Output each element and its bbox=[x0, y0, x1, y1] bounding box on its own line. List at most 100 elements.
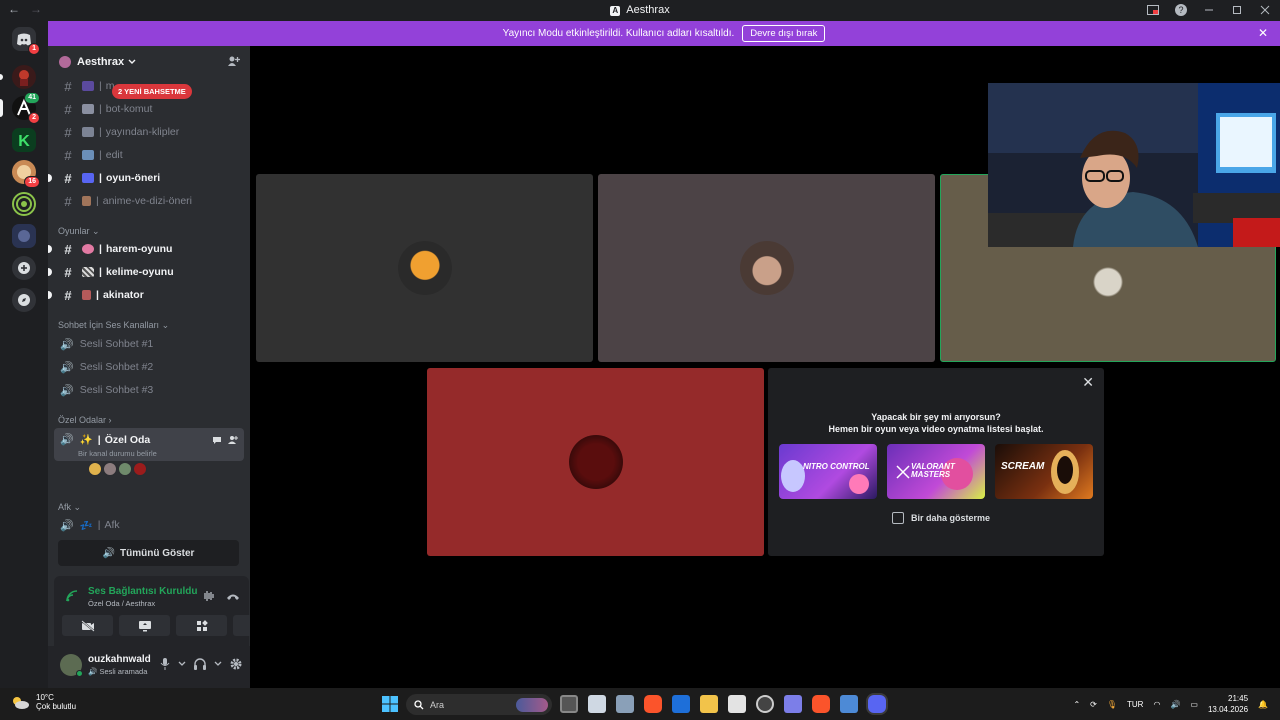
participant-tile[interactable] bbox=[256, 174, 593, 362]
server-icon-target[interactable] bbox=[12, 192, 36, 216]
channel-item[interactable]: # | harem-oyunu bbox=[48, 239, 242, 259]
dont-show-again-checkbox[interactable]: Bir daha gösterme bbox=[892, 512, 990, 524]
channel-item[interactable]: # | edit bbox=[56, 145, 242, 165]
game-card-valorant-masters[interactable]: VALORANT MASTERS bbox=[887, 444, 985, 499]
store-app-icon[interactable] bbox=[784, 695, 802, 713]
brave-app-icon-2[interactable] bbox=[812, 695, 830, 713]
discover-icon[interactable] bbox=[12, 288, 36, 312]
notification-icon[interactable]: 🔔 bbox=[1258, 700, 1268, 709]
category-oyunlar[interactable]: Oyunlar ⌄ bbox=[58, 226, 100, 237]
activities-button[interactable] bbox=[176, 615, 227, 636]
voice-channel-item[interactable]: 🔊 Sesli Sohbet #3 bbox=[56, 380, 242, 400]
add-server-icon[interactable] bbox=[12, 256, 36, 280]
chat-bubble-icon[interactable] bbox=[212, 435, 222, 445]
headphones-icon[interactable] bbox=[194, 658, 206, 670]
calculator-app-icon[interactable] bbox=[616, 695, 634, 713]
direct-messages-icon[interactable]: 1 bbox=[12, 27, 40, 55]
speaker-icon: 🔊 bbox=[60, 519, 74, 532]
channel-item[interactable]: # | akinator bbox=[48, 285, 242, 305]
server-badge-16: 16 bbox=[24, 176, 40, 188]
speaker-icon: 🔊 bbox=[102, 547, 115, 559]
camera-off-button[interactable] bbox=[62, 615, 113, 636]
wifi-icon[interactable]: ◠ bbox=[1153, 700, 1160, 709]
word-app-icon[interactable] bbox=[728, 695, 746, 713]
channel-status-prompt[interactable]: Bir kanal durumu belirle bbox=[78, 449, 157, 458]
chevron-down-icon[interactable] bbox=[178, 661, 186, 667]
channel-item[interactable]: # | oyun-öneri bbox=[48, 168, 242, 188]
participant-tile[interactable] bbox=[427, 368, 764, 556]
voice-channel-item[interactable]: 🔊 💤 | Afk bbox=[56, 515, 242, 535]
channel-item[interactable]: # | bot-komut bbox=[56, 99, 242, 119]
taskbar-search-input[interactable]: Ara bbox=[406, 694, 552, 715]
new-mentions-pill[interactable]: 2 YENİ BAHSETME bbox=[112, 84, 192, 99]
category-afk[interactable]: Afk ⌄ bbox=[58, 502, 81, 513]
screen-share-button[interactable] bbox=[119, 615, 170, 636]
avatar[interactable] bbox=[133, 462, 147, 476]
invite-member-icon[interactable] bbox=[228, 435, 238, 445]
sync-icon[interactable]: ⟳ bbox=[1090, 700, 1097, 709]
disconnect-icon[interactable] bbox=[226, 591, 240, 601]
game-card-nitro-control[interactable]: NITRO CONTROL bbox=[779, 444, 877, 499]
category-ozel[interactable]: Özel Odalar › bbox=[58, 415, 112, 425]
channel-item[interactable]: # | kelime-oyunu bbox=[48, 262, 242, 282]
task-view-icon[interactable] bbox=[560, 695, 578, 713]
server-icon-dark[interactable] bbox=[12, 224, 36, 248]
banner-close-icon[interactable]: ✕ bbox=[1258, 26, 1268, 40]
connection-status[interactable]: Ses Bağlantısı Kuruldu bbox=[88, 586, 197, 597]
inbox-icon[interactable] bbox=[1146, 3, 1160, 17]
help-icon[interactable]: ? bbox=[1174, 3, 1188, 17]
close-icon[interactable] bbox=[1258, 3, 1272, 17]
server-header[interactable]: Aesthrax bbox=[48, 46, 250, 78]
game-card-scream[interactable]: SCREAM bbox=[995, 444, 1093, 499]
notepad-app-icon[interactable] bbox=[588, 695, 606, 713]
genie-icon bbox=[82, 290, 91, 300]
channel-item[interactable]: # | anime-ve-dizi-öneri bbox=[56, 191, 242, 211]
mail-app-icon[interactable] bbox=[672, 695, 690, 713]
battery-icon[interactable]: ▭ bbox=[1190, 700, 1198, 709]
windows-start-icon[interactable] bbox=[382, 696, 398, 712]
add-member-icon[interactable] bbox=[227, 55, 240, 68]
close-icon[interactable]: ✕ bbox=[1082, 374, 1094, 391]
username[interactable]: ouzkahnwald bbox=[88, 654, 151, 665]
category-sohbet[interactable]: Sohbet İçin Ses Kanalları ⌄ bbox=[58, 320, 169, 331]
checkbox-box[interactable] bbox=[892, 512, 904, 524]
server-icon-aesthrax[interactable]: 41 2 bbox=[12, 92, 40, 124]
signal-icon[interactable] bbox=[66, 590, 78, 602]
volume-icon[interactable]: 🔊 bbox=[1170, 700, 1180, 709]
participant-tile[interactable] bbox=[598, 174, 935, 362]
microphone-icon[interactable] bbox=[160, 658, 170, 670]
participant-avatar bbox=[1081, 255, 1135, 309]
chevron-up-icon[interactable]: ⌃ bbox=[1073, 700, 1080, 709]
disable-streamer-mode-button[interactable]: Devre dışı bırak bbox=[742, 25, 826, 42]
server-name: Aesthrax bbox=[77, 56, 125, 68]
weather-widget[interactable]: 10°C Çok bulutlu bbox=[10, 693, 76, 711]
channel-item[interactable]: # | yayından-klipler bbox=[56, 122, 242, 142]
back-arrow-icon[interactable]: ← bbox=[8, 2, 20, 16]
network-app-icon[interactable] bbox=[840, 695, 858, 713]
active-voice-channel[interactable]: 🔊 ✨ | Özel Oda Bir kanal durumu belirle bbox=[54, 428, 244, 461]
server-icon-k[interactable]: K bbox=[12, 128, 36, 152]
voice-channel-item[interactable]: 🔊 Sesli Sohbet #1 bbox=[56, 334, 242, 354]
show-all-button[interactable]: 🔊 Tümünü Göster bbox=[58, 540, 239, 566]
brave-app-icon[interactable] bbox=[644, 695, 662, 713]
discord-app-icon[interactable] bbox=[868, 695, 886, 713]
search-highlight-image bbox=[516, 697, 548, 712]
server-icon-fox[interactable]: 16 bbox=[12, 160, 40, 188]
clock[interactable]: 21:45 13.04.2026 bbox=[1208, 693, 1248, 715]
settings-gear-icon[interactable] bbox=[230, 658, 242, 670]
obs-app-icon[interactable] bbox=[756, 695, 774, 713]
chevron-down-icon[interactable] bbox=[214, 661, 222, 667]
avatar[interactable] bbox=[103, 462, 117, 476]
server-icon-1[interactable] bbox=[12, 65, 36, 89]
avatar[interactable] bbox=[118, 462, 132, 476]
noise-suppression-icon[interactable] bbox=[202, 590, 216, 602]
voice-channel-item[interactable]: 🔊 Sesli Sohbet #2 bbox=[56, 357, 242, 377]
microphone-icon[interactable]: 🎙 bbox=[1107, 700, 1117, 709]
language-indicator[interactable]: TUR bbox=[1127, 700, 1143, 709]
maximize-icon[interactable] bbox=[1230, 3, 1244, 17]
avatar[interactable] bbox=[88, 462, 102, 476]
file-explorer-icon[interactable] bbox=[700, 695, 718, 713]
avatar[interactable] bbox=[60, 654, 83, 677]
minimize-icon[interactable] bbox=[1202, 3, 1216, 17]
forward-arrow-icon[interactable]: → bbox=[30, 2, 42, 16]
